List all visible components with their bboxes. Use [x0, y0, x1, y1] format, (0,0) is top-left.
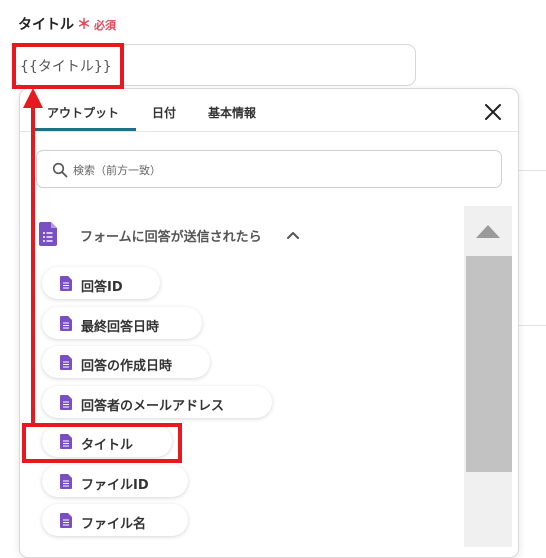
annotation-arrow — [23, 88, 43, 425]
